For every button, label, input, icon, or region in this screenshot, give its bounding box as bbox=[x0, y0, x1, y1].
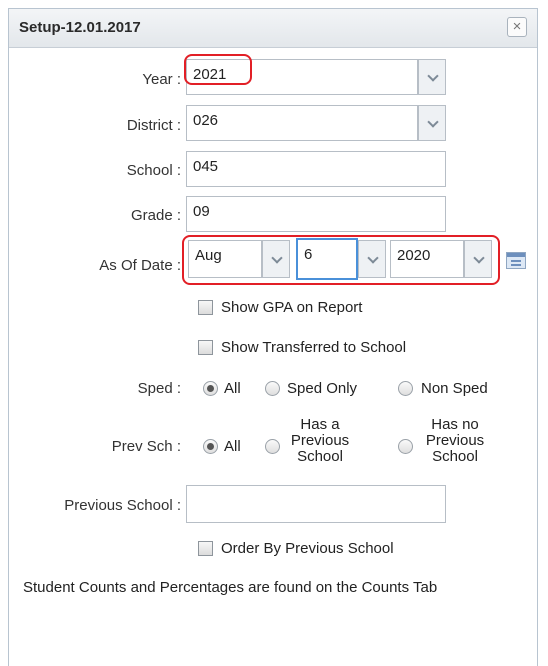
has-prev-line-1: Has a bbox=[300, 416, 340, 433]
day-select[interactable]: 6 bbox=[296, 238, 358, 280]
has-prev-school-label: Has a Previous School bbox=[285, 417, 355, 465]
year-highlight bbox=[184, 54, 252, 85]
prev-sch-label: Prev Sch : bbox=[111, 438, 181, 455]
day-value: 6 bbox=[304, 246, 313, 263]
has-prev-line-3: School bbox=[297, 448, 343, 465]
show-gpa-label: Show GPA on Report bbox=[221, 299, 363, 316]
show-transferred-label: Show Transferred to School bbox=[221, 339, 407, 356]
day-dropdown-button[interactable] bbox=[358, 240, 386, 278]
school-label: School : bbox=[126, 162, 181, 179]
prev-sch-all-radio[interactable] bbox=[203, 439, 218, 454]
year-label: Year : bbox=[142, 71, 181, 88]
year-date-select[interactable]: 2020 bbox=[390, 240, 464, 278]
has-no-prev-line-1: Has no bbox=[431, 416, 479, 433]
sped-all-label: All bbox=[224, 380, 241, 397]
month-select[interactable]: Aug bbox=[188, 240, 262, 278]
order-by-prev-label: Order By Previous School bbox=[221, 540, 394, 557]
school-value: 045 bbox=[193, 158, 219, 175]
calendar-icon[interactable] bbox=[506, 252, 526, 269]
dialog-title: Setup-12.01.2017 bbox=[19, 19, 141, 36]
district-select[interactable]: 026 bbox=[186, 105, 418, 141]
district-dropdown-button[interactable] bbox=[418, 105, 446, 141]
grade-input[interactable]: 09 bbox=[186, 196, 446, 232]
grade-label: Grade : bbox=[130, 207, 181, 224]
title-bar[interactable]: Setup-12.01.2017 × bbox=[9, 9, 537, 48]
close-icon: × bbox=[512, 18, 522, 35]
sped-only-label: Sped Only bbox=[287, 380, 358, 397]
has-no-prev-school-radio[interactable] bbox=[398, 439, 413, 454]
year-dropdown-button[interactable] bbox=[418, 59, 446, 95]
sped-all-radio[interactable] bbox=[203, 381, 218, 396]
as-of-date-label: As Of Date : bbox=[99, 257, 181, 274]
has-no-prev-school-label: Has no Previous School bbox=[418, 417, 492, 465]
district-value: 026 bbox=[193, 112, 219, 129]
has-prev-school-radio[interactable] bbox=[265, 439, 280, 454]
prev-sch-all-label: All bbox=[224, 438, 241, 455]
setup-dialog: Setup-12.01.2017 × Year : 2021 District … bbox=[8, 8, 538, 666]
counts-note: Student Counts and Percentages are found… bbox=[23, 579, 438, 596]
non-sped-label: Non Sped bbox=[421, 380, 488, 397]
non-sped-radio[interactable] bbox=[398, 381, 413, 396]
close-button[interactable]: × bbox=[507, 17, 527, 37]
year-date-dropdown-button[interactable] bbox=[464, 240, 492, 278]
sped-only-radio[interactable] bbox=[265, 381, 280, 396]
month-dropdown-button[interactable] bbox=[262, 240, 290, 278]
district-label: District : bbox=[126, 117, 181, 134]
date-year-value: 2020 bbox=[397, 247, 431, 264]
has-no-prev-line-2: Previous bbox=[425, 432, 485, 449]
order-by-prev-checkbox[interactable] bbox=[198, 541, 213, 556]
show-transferred-checkbox[interactable] bbox=[198, 340, 213, 355]
grade-value: 09 bbox=[193, 203, 210, 220]
has-no-prev-line-3: School bbox=[432, 448, 478, 465]
show-gpa-checkbox[interactable] bbox=[198, 300, 213, 315]
has-prev-line-2: Previous bbox=[290, 432, 350, 449]
month-value: Aug bbox=[195, 247, 222, 264]
previous-school-input[interactable] bbox=[186, 485, 446, 523]
school-input[interactable]: 045 bbox=[186, 151, 446, 187]
previous-school-label: Previous School : bbox=[64, 497, 181, 514]
sped-label: Sped : bbox=[137, 380, 181, 397]
